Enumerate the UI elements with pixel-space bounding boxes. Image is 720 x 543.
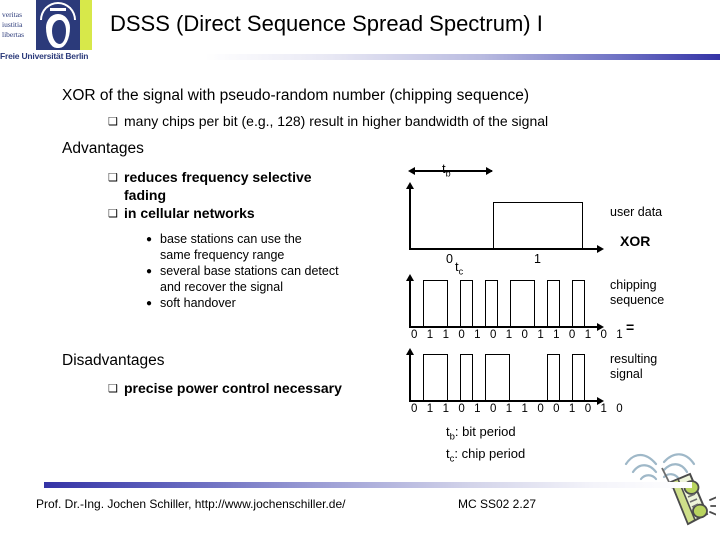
slide-header: veritas iustitia libertas Freie Universi… [0, 0, 720, 62]
resulting-label-line2: signal [610, 367, 643, 381]
seal-bar [50, 8, 66, 11]
logo-stripe [80, 0, 92, 50]
chipping-bit-labels: 0 1 1 0 1 0 1 0 1 1 0 1 0 1 [411, 329, 626, 341]
motto-line-3: libertas [2, 30, 25, 39]
logo-seal-icon [36, 0, 80, 50]
resulting-label-line1: resulting [610, 352, 658, 366]
chipping-axis-h [409, 326, 599, 328]
userdata-tick-0: 0 [446, 252, 453, 266]
disadvantage-item-1: precise power control necessary [124, 380, 342, 396]
tb-arrow-right [486, 167, 493, 175]
fu-berlin-logo: veritas iustitia libertas Freie Universi… [0, 0, 92, 62]
chipping-pulse [460, 280, 473, 326]
chipping-label-line2: sequence [610, 293, 665, 307]
legend-tb: tb: bit period [446, 424, 516, 443]
resulting-pulse [460, 354, 473, 400]
userdata-axis-arrow-right [597, 245, 604, 253]
resulting-axis-v [409, 354, 411, 402]
legend-tc-sub: c [449, 453, 455, 465]
disadvantages-heading: Disadvantages [62, 352, 165, 369]
footer-slide-number: MC SS02 2.27 [458, 497, 537, 511]
userdata-pulse-high [493, 202, 583, 250]
chipping-pulse [423, 280, 448, 326]
chipping-pulse [547, 280, 560, 326]
bullet-icon-dot: ● [146, 234, 153, 245]
chipping-label-line1: chipping [610, 278, 657, 292]
advantage-subitem-1: base stations can use the same frequency… [160, 232, 302, 262]
radio-waves-icon [624, 453, 696, 481]
diagram-legend: tb: bit period tc: chip period [446, 424, 525, 467]
motto-line-1: veritas [2, 10, 22, 19]
mobile-phone-svg [624, 453, 720, 526]
chipping-pulse [572, 280, 585, 326]
chipping-pulse [510, 280, 535, 326]
xor-operator-label: XOR [620, 233, 651, 249]
intro-subbullet-text: many chips per bit (e.g., 128) result in… [124, 113, 549, 129]
advantage-item-1: reduces frequency selective fading [124, 169, 312, 203]
phone-vibrate-lines [709, 496, 720, 516]
resulting-pulse [485, 354, 510, 400]
advantage-item-2: in cellular networks [124, 205, 255, 221]
bullet-icon-square: ❑ [108, 172, 118, 184]
title-divider [92, 54, 720, 60]
footer-author: Prof. Dr.-Ing. Jochen Schiller, http://w… [36, 497, 346, 511]
tc-label: tc [455, 259, 464, 277]
bullet-icon-square: ❑ [108, 208, 118, 220]
tb-sub: b [445, 168, 451, 179]
bullet-icon-square: ❑ [108, 116, 118, 128]
logo-motto: veritas iustitia libertas [2, 10, 40, 40]
dsss-signal-diagram: tb 0 1 user data XOR tc 0 1 1 0 1 0 1 0 … [398, 160, 720, 420]
advantage-subitem-3: soft handover [160, 296, 236, 310]
phone-button [692, 503, 708, 519]
tc-sub: c [458, 266, 464, 277]
userdata-signal-label: user data [610, 205, 663, 219]
resulting-pulse [547, 354, 560, 400]
logo-university-name: Freie Universität Berlin [0, 51, 89, 61]
equals-operator-label: = [626, 319, 635, 335]
bullet-icon-square: ❑ [108, 383, 118, 395]
resulting-pulse [423, 354, 448, 400]
legend-tb-sub: b [449, 431, 455, 443]
bullet-icon-dot: ● [146, 266, 153, 277]
userdata-axis-v [409, 188, 411, 250]
slide-body-text: XOR of the signal with pseudo-random num… [0, 66, 548, 411]
chipping-axis-v [409, 280, 411, 328]
bullet-icon-dot: ● [146, 298, 153, 309]
mobile-phone-icon [612, 442, 720, 538]
tb-label: tb [442, 161, 451, 179]
resulting-axis-h [409, 400, 599, 402]
chipping-pulse [485, 280, 498, 326]
tb-dim-line [414, 170, 492, 172]
page-title: DSSS (Direct Sequence Spread Spectrum) I [110, 11, 543, 36]
intro-line: XOR of the signal with pseudo-random num… [62, 87, 529, 104]
userdata-tick-1: 1 [534, 252, 541, 266]
footer-divider [44, 482, 692, 488]
advantages-heading: Advantages [62, 140, 144, 157]
resulting-bit-labels: 0 1 1 0 1 0 1 1 0 0 1 0 1 0 [411, 403, 626, 415]
motto-line-2: iustitia [2, 20, 23, 29]
advantage-subitem-2: several base stations can detect and rec… [160, 264, 339, 294]
seal-crest-inner [52, 20, 66, 44]
legend-tc: tc: chip period [446, 445, 526, 465]
resulting-pulse [572, 354, 585, 400]
